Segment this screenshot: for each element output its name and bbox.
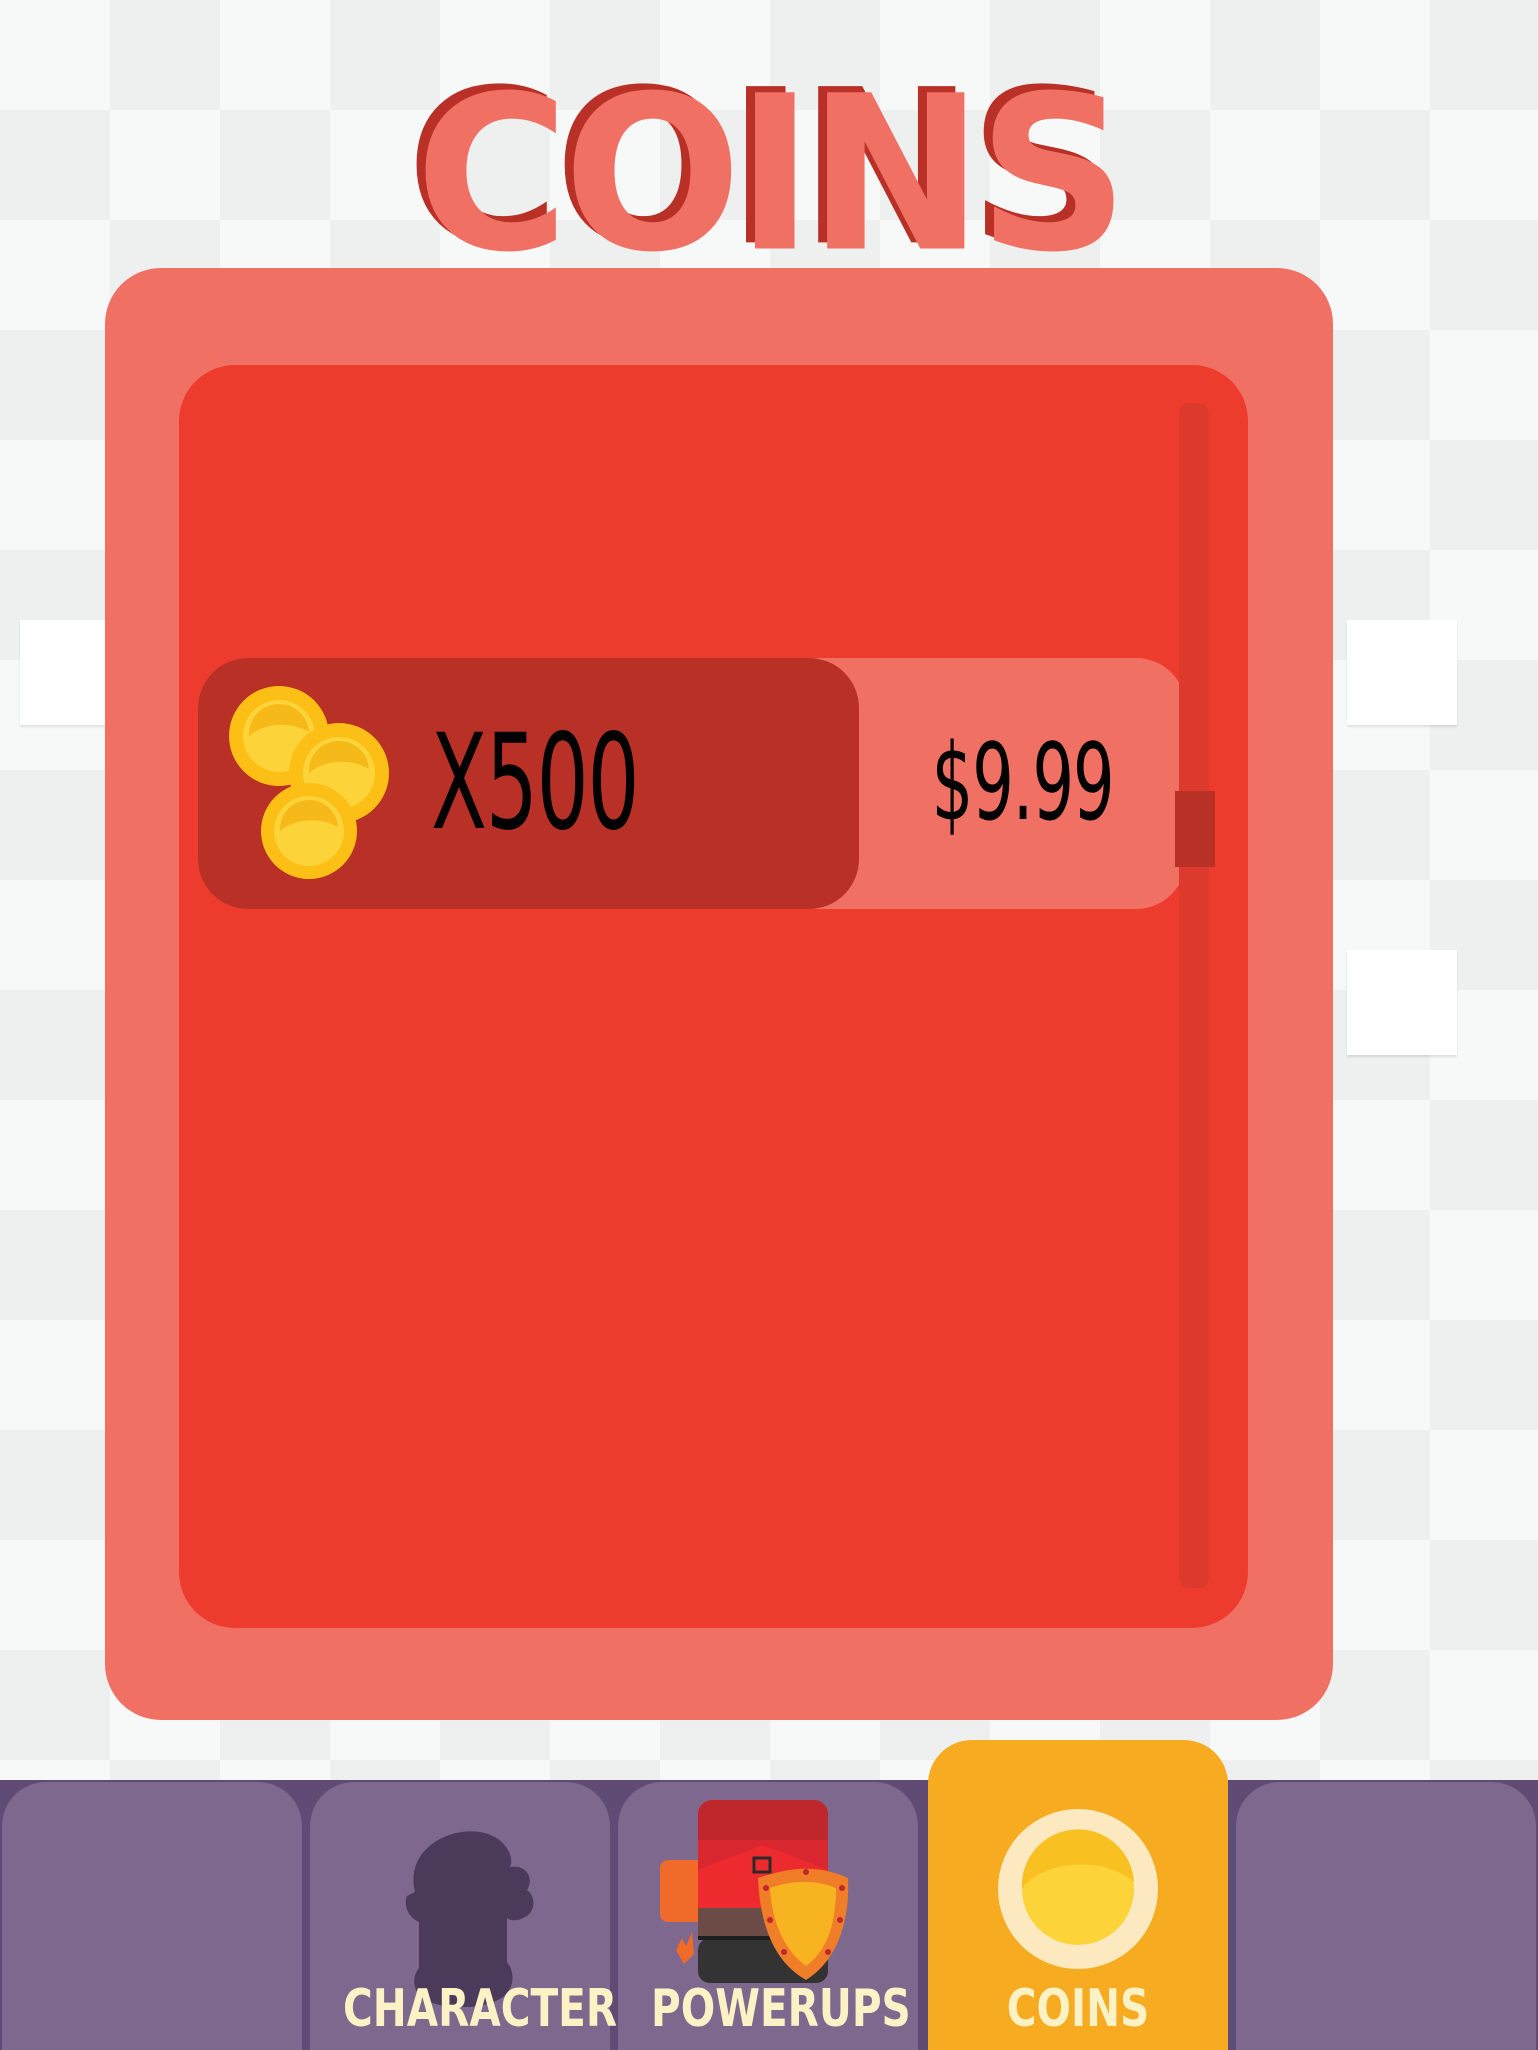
coin-stack-icon [229,686,389,879]
coin-amount: X500 [431,706,640,860]
tab-empty-left[interactable] [2,1782,302,2050]
coin-icon [998,1809,1158,1969]
background-tile [1347,620,1457,725]
tab-label: CHARACTERS [343,1979,647,2039]
coin-offer-row[interactable]: X500 $9.99 [198,658,1186,909]
background-tile [20,620,108,725]
page-title: COINS [415,49,1129,300]
tab-characters[interactable]: CHARACTERS [310,1782,647,2050]
scrollbar-track[interactable] [1175,403,1215,1588]
tab-powerups[interactable]: POWERUPS [618,1782,918,2050]
tab-empty-right[interactable] [1236,1782,1536,2050]
tab-label: POWERUPS [651,1979,911,2039]
background-tile [1347,950,1457,1055]
offer-info: X500 [198,658,859,909]
shop-panel: X500 $9.99 [105,268,1333,1720]
backpack-shield-icon [660,1800,849,1983]
offer-list[interactable]: X500 $9.99 [179,365,1248,1628]
tab-label [35,1974,269,2044]
price-button[interactable]: $9.99 [921,698,1124,868]
tab-label [1269,1974,1503,2044]
tab-label: COINS [1006,1979,1150,2039]
tab-coins[interactable]: COINS [928,1740,1228,2050]
scrollbar-thumb[interactable] [1175,791,1215,867]
